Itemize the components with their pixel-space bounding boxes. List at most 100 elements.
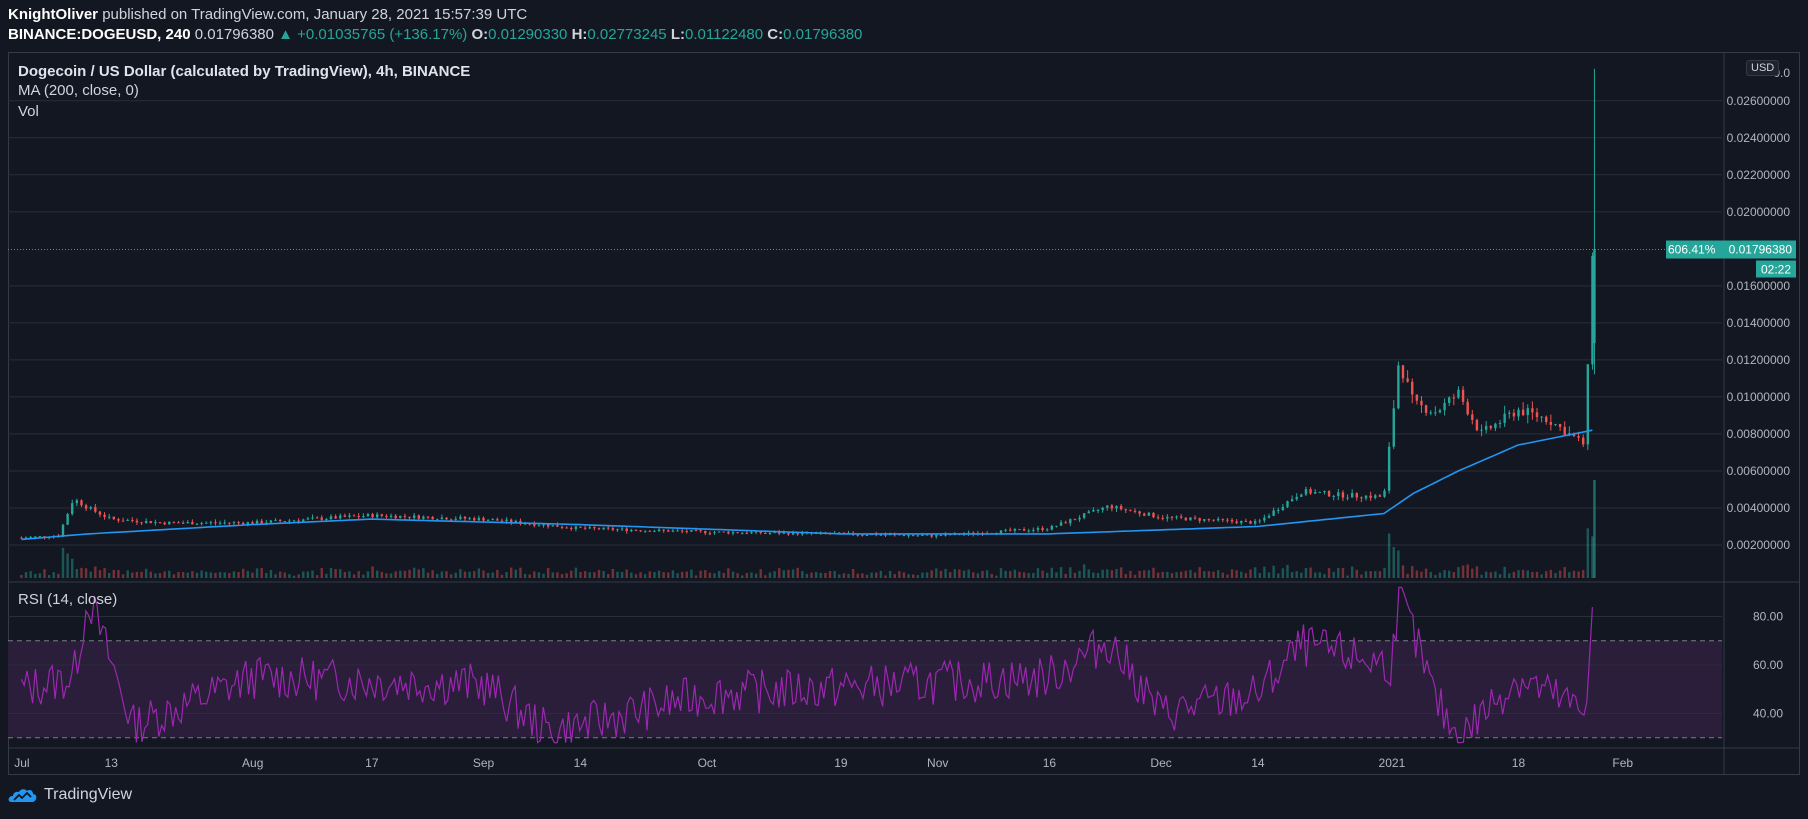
candle-body xyxy=(1216,518,1220,521)
volume-bar xyxy=(911,574,915,578)
volume-bar xyxy=(228,573,231,578)
candle-body xyxy=(1545,416,1548,422)
volume-bar xyxy=(486,572,490,578)
volume-bar xyxy=(625,569,628,578)
candle-body xyxy=(1096,509,1100,511)
volume-bar xyxy=(634,574,638,578)
volume-bar xyxy=(630,572,633,578)
volume-bar xyxy=(362,574,365,578)
volume-bar xyxy=(680,571,684,578)
volume-bar xyxy=(944,568,947,578)
volume-bar xyxy=(38,573,42,578)
candle-body xyxy=(200,522,203,524)
candle-body xyxy=(84,505,88,509)
volume-bar xyxy=(667,572,670,578)
volume-bar xyxy=(1110,570,1114,578)
volume-bar xyxy=(685,571,688,578)
candle-body xyxy=(884,534,887,536)
volume-bar xyxy=(1129,570,1132,578)
candle-body xyxy=(412,515,416,518)
volume-bar xyxy=(1508,573,1511,578)
candle-body xyxy=(422,516,425,519)
volume-bar xyxy=(1466,564,1469,578)
candle-body xyxy=(1124,509,1127,511)
candle-body xyxy=(223,522,226,524)
volume-bar xyxy=(1540,574,1543,578)
candle-body xyxy=(1549,421,1553,425)
volume-bar xyxy=(491,572,494,578)
candle-body xyxy=(154,522,157,524)
candle-body xyxy=(861,534,864,536)
volume-bar xyxy=(241,568,245,578)
volume-bar xyxy=(768,572,772,578)
volume-bar xyxy=(1327,568,1331,578)
volume-bar xyxy=(107,572,111,578)
volume-bar xyxy=(329,568,333,578)
time-tick-label: 13 xyxy=(105,756,119,770)
volume-bar xyxy=(1484,571,1488,578)
candle-body xyxy=(94,507,97,512)
volume-bar xyxy=(546,567,550,578)
volume-bar xyxy=(1073,572,1077,578)
volume-bar xyxy=(565,573,568,578)
volume-bar xyxy=(847,573,850,578)
candle-body xyxy=(357,516,360,518)
volume-bar xyxy=(431,570,434,578)
candle-body xyxy=(1309,489,1312,494)
volume-bar xyxy=(177,571,180,578)
volume-bar xyxy=(1401,565,1405,578)
volume-bar xyxy=(371,566,374,578)
volume-bar xyxy=(898,571,901,578)
volume-bar xyxy=(976,573,980,578)
footer-brand[interactable]: TradingView xyxy=(8,786,132,804)
ma-legend: MA (200, close, 0) xyxy=(18,82,139,99)
volume-bar xyxy=(417,569,420,578)
volume-bar xyxy=(653,572,656,578)
volume-bar xyxy=(1004,570,1007,578)
volume-bar xyxy=(1216,570,1220,578)
candle-body xyxy=(1304,489,1308,495)
candle-body xyxy=(75,500,79,504)
candle-body xyxy=(1484,426,1488,430)
volume-bar xyxy=(1207,571,1211,578)
candle-body xyxy=(750,532,753,534)
candle-body xyxy=(782,532,786,534)
volume-bar xyxy=(89,571,92,578)
time-tick-label: 14 xyxy=(1251,756,1265,770)
candle-body xyxy=(195,523,199,525)
candle-body xyxy=(1503,413,1506,423)
volume-bar xyxy=(597,569,601,578)
candle-body xyxy=(255,520,259,524)
volume-bar xyxy=(278,571,282,578)
currency-badge[interactable]: USD xyxy=(1746,60,1780,76)
volume-bar xyxy=(1392,546,1395,578)
volume-bar xyxy=(967,569,970,578)
volume-bar xyxy=(1272,565,1275,578)
volume-bar xyxy=(1170,573,1174,578)
volume-bar xyxy=(773,571,776,578)
volume-bar xyxy=(334,569,337,578)
volume-bar xyxy=(699,570,702,578)
price-tick-label: 0.01600000 xyxy=(1727,279,1791,293)
candle-body xyxy=(431,516,434,520)
volume-bar xyxy=(1411,566,1414,578)
volume-bar xyxy=(551,572,554,578)
chart-canvas[interactable]: 0.02600000 0.02400000 0.02200000 0.02000000… xyxy=(0,0,1808,819)
candle-body xyxy=(1253,520,1257,524)
volume-bar xyxy=(851,569,855,578)
volume-bar xyxy=(144,568,148,578)
candle-body xyxy=(911,535,915,537)
volume-bar xyxy=(727,568,730,578)
candle-body xyxy=(533,523,536,526)
candle-body xyxy=(445,517,448,520)
volume-bar xyxy=(777,568,781,578)
volume-bar xyxy=(1133,574,1137,578)
volume-bar xyxy=(1489,572,1492,578)
volume-bar xyxy=(1438,572,1442,578)
candle-body xyxy=(1457,389,1460,398)
candle-body xyxy=(902,534,906,536)
candle-body xyxy=(260,520,263,524)
volume-bar xyxy=(1457,567,1460,578)
footer-brand-name: TradingView xyxy=(44,786,133,803)
candle-body xyxy=(283,521,286,523)
